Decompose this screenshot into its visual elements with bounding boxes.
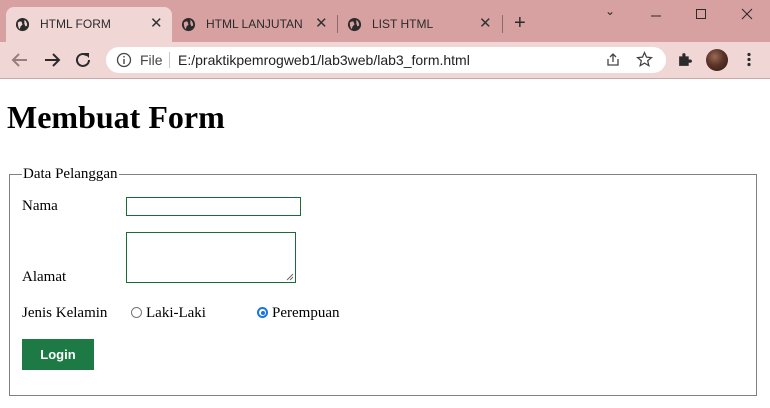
tab-title: HTML LANJUTAN <box>206 17 303 31</box>
maximize-button[interactable] <box>681 4 721 22</box>
scheme-label: File <box>140 52 163 68</box>
bookmark-star-icon[interactable] <box>636 51 653 68</box>
gender-label: Jenis Kelamin <box>22 305 108 321</box>
minimize-button[interactable] <box>636 4 676 22</box>
fieldset-legend: Data Pelanggan <box>23 166 118 182</box>
back-arrow-icon[interactable] <box>10 51 30 69</box>
page-title: Membuat Form <box>7 99 225 135</box>
resize-grip-icon[interactable] <box>286 273 294 281</box>
url-text[interactable]: E:/praktikpemrogweb1/lab3web/lab3_form.h… <box>178 52 470 68</box>
globe-icon <box>181 17 196 32</box>
close-tab-icon[interactable]: ✕ <box>150 16 163 31</box>
globe-icon <box>347 17 362 32</box>
radio-laki-laki-label[interactable]: Laki-Laki <box>146 305 206 322</box>
close-tab-icon[interactable]: ✕ <box>479 16 492 31</box>
browser-toolbar: File E:/praktikpemrogweb1/lab3web/lab3_f… <box>0 42 770 79</box>
nama-label: Nama <box>22 198 58 214</box>
radio-laki-laki[interactable] <box>131 307 142 318</box>
close-tab-icon[interactable]: ✕ <box>315 16 328 31</box>
reload-icon[interactable] <box>74 51 94 69</box>
customer-data-fieldset: Data Pelanggan <box>9 166 757 396</box>
alamat-textarea[interactable] <box>126 232 296 283</box>
alamat-label: Alamat <box>22 269 67 285</box>
new-tab-button[interactable]: + <box>514 13 526 33</box>
forward-arrow-icon[interactable] <box>42 51 62 69</box>
extensions-puzzle-icon[interactable] <box>677 51 694 68</box>
address-bar[interactable]: File E:/praktikpemrogweb1/lab3web/lab3_f… <box>106 47 666 73</box>
page-content: Membuat Form Data Pelanggan Nama Alamat … <box>0 79 770 408</box>
login-button[interactable]: Login <box>22 339 94 370</box>
close-window-button[interactable] <box>727 4 767 22</box>
tab-title: LIST HTML <box>372 17 434 31</box>
tab-html-lanjutan[interactable]: HTML LANJUTAN ✕ <box>172 7 336 42</box>
share-icon[interactable] <box>605 52 621 68</box>
address-divider <box>169 52 170 68</box>
info-icon[interactable] <box>116 52 132 68</box>
nama-input[interactable] <box>126 197 301 216</box>
tab-search-chevron-icon[interactable]: ⌄ <box>590 4 630 22</box>
tab-list-html[interactable]: LIST HTML ✕ <box>338 7 502 42</box>
browser-tab-strip: HTML FORM ✕ HTML LANJUTAN ✕ LIST HTML ✕ … <box>0 0 770 42</box>
tab-title: HTML FORM <box>40 17 111 31</box>
more-menu-icon[interactable] <box>743 51 755 68</box>
tab-separator <box>502 15 503 33</box>
radio-perempuan-label[interactable]: Perempuan <box>272 305 339 322</box>
radio-perempuan[interactable] <box>257 307 268 318</box>
profile-avatar[interactable] <box>706 49 728 71</box>
globe-icon <box>15 17 30 32</box>
tab-html-form[interactable]: HTML FORM ✕ <box>6 7 172 42</box>
